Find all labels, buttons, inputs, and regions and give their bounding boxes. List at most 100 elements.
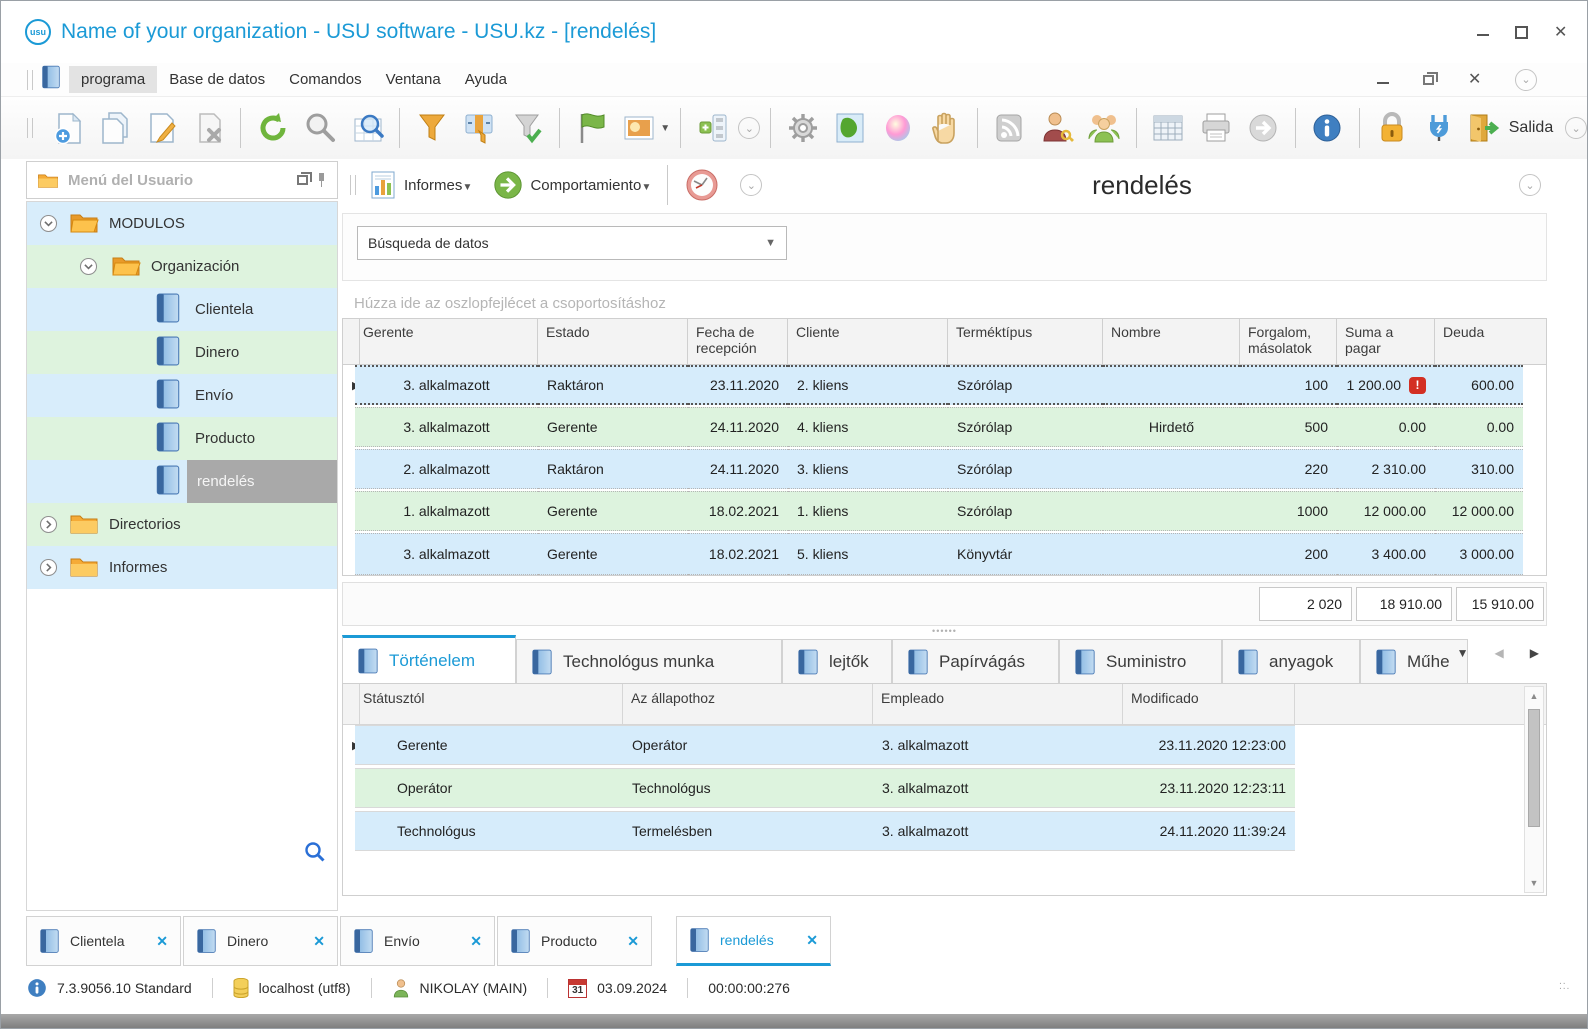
expand-rows-icon[interactable] <box>691 105 734 151</box>
tab-anyagok[interactable]: anyagok <box>1222 639 1360 683</box>
table-row[interactable]: 3. alkalmazott Gerente 24.11.2020 4. kli… <box>343 407 1546 449</box>
close-tab-icon[interactable]: ✕ <box>156 933 168 950</box>
scroll-down-icon[interactable]: ▼ <box>1530 874 1539 892</box>
toolbar-overflow-icon[interactable]: ⌄ <box>738 117 761 139</box>
comportamiento-dropdown[interactable]: Comportamiento ▼ <box>530 177 651 194</box>
splitter-handle[interactable]: •••••• <box>342 626 1547 636</box>
tab-lejtok[interactable]: lejtők <box>782 639 892 683</box>
tree-item-organizacion[interactable]: Organización <box>27 245 337 288</box>
picture-dropdown-caret[interactable]: ▼ <box>660 123 670 134</box>
collapse-icon[interactable] <box>39 214 58 233</box>
table-row[interactable]: 1. alkalmazott Gerente 18.02.2021 1. kli… <box>343 491 1546 533</box>
sidebar-restore-button[interactable] <box>297 172 312 185</box>
feed-icon[interactable] <box>988 105 1031 151</box>
column-header[interactable]: Estado <box>538 319 688 364</box>
menu-ayuda[interactable]: Ayuda <box>453 66 519 93</box>
plug-icon[interactable] <box>1417 105 1460 151</box>
table-icon[interactable] <box>1147 105 1190 151</box>
tab-technologus-munka[interactable]: Technológus munka <box>516 639 782 683</box>
expand-icon[interactable] <box>39 515 58 534</box>
column-header[interactable]: Modificado <box>1123 684 1295 724</box>
tab-list-dropdown-icon[interactable]: ▼ <box>1457 646 1469 660</box>
tab-scroll-left-icon[interactable]: ◀ <box>1495 646 1504 660</box>
column-header[interactable]: Terméktípus <box>948 319 1103 364</box>
users-group-icon[interactable] <box>1082 105 1125 151</box>
menu-base-de-datos[interactable]: Base de datos <box>157 66 277 93</box>
print-icon[interactable] <box>1194 105 1237 151</box>
column-header[interactable]: Cliente <box>788 319 948 364</box>
filter-check-icon[interactable] <box>505 105 548 151</box>
tree-item-rendeles-selected[interactable]: rendelés <box>27 460 337 503</box>
delete-record-icon[interactable] <box>187 105 230 151</box>
search-table-icon[interactable] <box>346 105 389 151</box>
hand-icon[interactable] <box>923 105 966 151</box>
mdi-close-button[interactable]: ✕ <box>1468 72 1481 88</box>
exit-button[interactable]: Salida <box>1465 111 1553 145</box>
column-header[interactable]: Nombre <box>1103 319 1240 364</box>
column-header[interactable]: Gerente <box>355 319 538 364</box>
tree-item-envio[interactable]: Envío <box>27 374 337 417</box>
new-record-icon[interactable] <box>45 105 88 151</box>
table-row[interactable]: Operátor Technológus 3. alkalmazott 23.1… <box>343 768 1546 811</box>
vertical-scrollbar[interactable]: ▲ ▼ <box>1524 686 1544 893</box>
informes-dropdown[interactable]: Informes ▼ <box>404 177 472 194</box>
search-icon[interactable] <box>299 105 342 151</box>
column-header[interactable]: Suma a pagar <box>1337 319 1435 364</box>
picture-icon[interactable] <box>617 105 660 151</box>
mdi-minimize-button[interactable] <box>1377 76 1389 84</box>
doctab-dinero[interactable]: Dinero ✕ <box>183 916 338 966</box>
support-panel-header[interactable]: Technikai támogatás <box>27 910 338 911</box>
clock-icon[interactable] <box>684 167 720 203</box>
scroll-up-icon[interactable]: ▲ <box>1530 687 1539 705</box>
table-row[interactable]: ▶ Gerente Operátor 3. alkalmazott 23.11.… <box>343 725 1546 768</box>
tab-papirvagas[interactable]: Papírvágás <box>892 639 1059 683</box>
column-header[interactable]: Empleado <box>873 684 1123 724</box>
close-tab-icon[interactable]: ✕ <box>627 933 639 950</box>
column-header[interactable]: Deuda <box>1435 319 1523 364</box>
tree-item-producto[interactable]: Producto <box>27 417 337 460</box>
doctab-rendeles[interactable]: rendelés ✕ <box>676 916 831 966</box>
user-key-icon[interactable] <box>1035 105 1078 151</box>
resize-grip[interactable]: ∙∙ ∙∙∙ <box>1559 979 1573 995</box>
report-overflow-icon[interactable]: ⌄ <box>740 174 763 196</box>
info-icon[interactable] <box>1306 105 1349 151</box>
go-forward-icon[interactable] <box>1241 105 1284 151</box>
close-tab-icon[interactable]: ✕ <box>806 932 818 949</box>
settings-gear-icon[interactable] <box>781 105 824 151</box>
table-row[interactable]: ▶ 3. alkalmazott Raktáron 23.11.2020 2. … <box>343 365 1546 407</box>
tree-search-icon[interactable] <box>303 840 327 869</box>
toolbar-overflow2-icon[interactable]: ⌄ <box>1565 117 1587 139</box>
table-row[interactable]: 2. alkalmazott Raktáron 24.11.2020 3. kl… <box>343 449 1546 491</box>
collapse-icon[interactable] <box>79 257 98 276</box>
filter-edit-icon[interactable] <box>458 105 501 151</box>
refresh-icon[interactable] <box>251 105 294 151</box>
edit-record-icon[interactable] <box>140 105 183 151</box>
maximize-button[interactable] <box>1515 25 1528 39</box>
tab-scroll-right-icon[interactable]: ▶ <box>1530 646 1539 660</box>
table-row[interactable]: 3. alkalmazott Gerente 18.02.2021 5. kli… <box>343 533 1546 575</box>
close-tab-icon[interactable]: ✕ <box>470 933 482 950</box>
tree-item-dinero[interactable]: Dinero <box>27 331 337 374</box>
scrollbar-thumb[interactable] <box>1528 709 1540 827</box>
mdi-restore-button[interactable] <box>1423 71 1438 85</box>
doctab-envio[interactable]: Envío ✕ <box>340 916 495 966</box>
close-button[interactable]: ✕ <box>1554 24 1567 40</box>
doctab-clientela[interactable]: Clientela ✕ <box>26 916 181 966</box>
search-input[interactable]: Búsqueda de datos ▼ <box>357 226 787 260</box>
color-sphere-icon[interactable] <box>876 105 919 151</box>
panel-overflow-icon[interactable]: ⌄ <box>1519 174 1541 196</box>
tree-item-modulos[interactable]: MODULOS <box>27 202 337 245</box>
tree-item-clientela[interactable]: Clientela <box>27 288 337 331</box>
filter-icon[interactable] <box>410 105 453 151</box>
tab-suministro[interactable]: Suministro <box>1059 639 1222 683</box>
search-dropdown-caret[interactable]: ▼ <box>765 237 776 249</box>
tree-item-informes[interactable]: Informes <box>27 546 337 589</box>
behavior-icon[interactable] <box>492 169 524 201</box>
flag-icon[interactable] <box>569 105 612 151</box>
menu-comandos[interactable]: Comandos <box>277 66 374 93</box>
column-header[interactable]: Az állapothoz <box>623 684 873 724</box>
column-header[interactable]: Forgalom, másolatok <box>1240 319 1337 364</box>
expand-icon[interactable] <box>39 558 58 577</box>
table-row[interactable]: Technológus Termelésben 3. alkalmazott 2… <box>343 811 1546 854</box>
doctab-producto[interactable]: Producto ✕ <box>497 916 652 966</box>
